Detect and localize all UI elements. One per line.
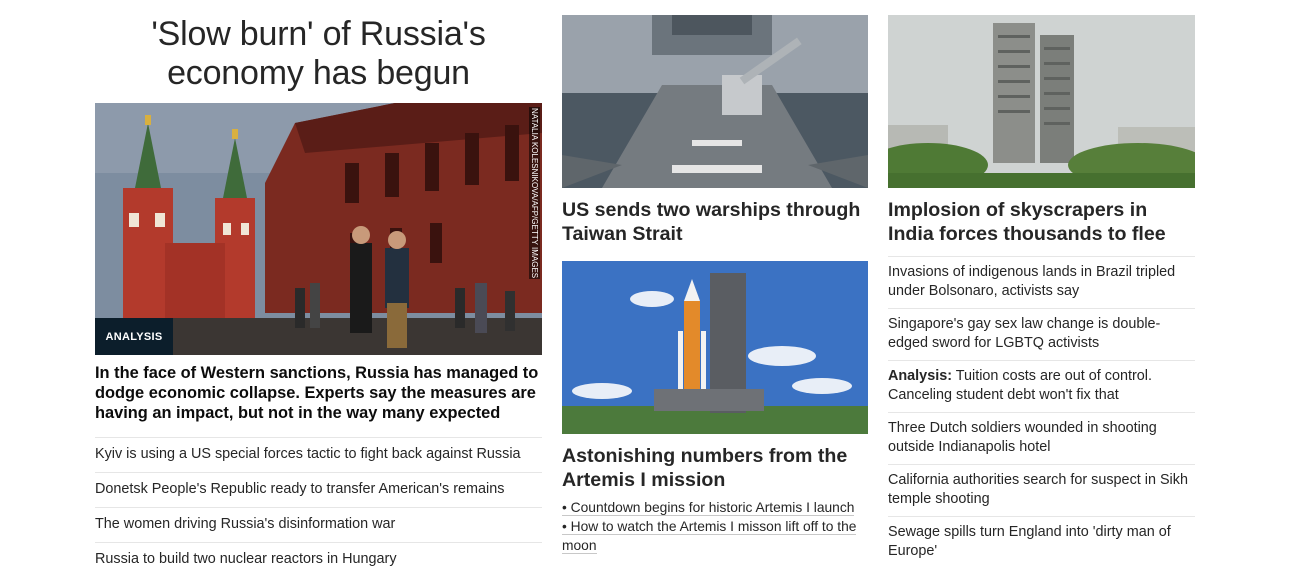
main-related-list: Kyiv is using a US special forces tactic… <box>95 437 542 577</box>
list-item: Analysis: Tuition costs are out of contr… <box>888 360 1195 412</box>
related-link[interactable]: The women driving Russia's disinformatio… <box>95 516 395 532</box>
analysis-badge: ANALYSIS <box>95 318 173 355</box>
headline-link[interactable]: Three Dutch soldiers wounded in shooting… <box>888 420 1157 455</box>
list-item: Donetsk People's Republic ready to trans… <box>95 472 542 507</box>
bullet-link[interactable]: • How to watch the Artemis I misson lift… <box>562 519 857 554</box>
right-column: Implosion of skyscrapers in India forces… <box>888 0 1195 568</box>
main-headline-link[interactable]: 'Slow burn' of Russia's economy has begu… <box>95 15 542 93</box>
list-item: Invasions of indigenous lands in Brazil … <box>888 256 1195 308</box>
main-story-column: 'Slow burn' of Russia's economy has begu… <box>95 0 542 577</box>
analysis-label: Analysis: <box>888 368 952 384</box>
bullet-link[interactable]: • Countdown begins for historic Artemis … <box>562 500 855 516</box>
headline-link[interactable]: California authorities search for suspec… <box>888 472 1188 507</box>
main-story-image[interactable]: NATALIA KOLESNIKOVA/AFP/GETTY IMAGES ANA… <box>95 103 542 355</box>
rocket-illustration <box>562 261 868 434</box>
headline-link[interactable]: Invasions of indigenous lands in Brazil … <box>888 264 1175 299</box>
story-title-artemis[interactable]: Astonishing numbers from the Artemis I m… <box>562 444 868 492</box>
related-link[interactable]: Donetsk People's Republic ready to trans… <box>95 481 504 497</box>
related-link[interactable]: Russia to build two nuclear reactors in … <box>95 551 397 567</box>
artemis-bullet-list: • Countdown begins for historic Artemis … <box>562 498 868 555</box>
warship-image[interactable] <box>562 15 868 188</box>
list-item: The women driving Russia's disinformatio… <box>95 507 542 542</box>
warship-illustration <box>562 15 868 188</box>
headline-link[interactable]: Analysis: Tuition costs are out of contr… <box>888 368 1152 403</box>
list-item: • Countdown begins for historic Artemis … <box>562 498 868 517</box>
related-link[interactable]: Kyiv is using a US special forces tactic… <box>95 446 521 462</box>
list-item: California authorities search for suspec… <box>888 464 1195 516</box>
skyscraper-illustration <box>888 15 1195 188</box>
middle-column: US sends two warships through Taiwan Str… <box>562 0 868 555</box>
list-item: Kyiv is using a US special forces tactic… <box>95 437 542 472</box>
photo-credit: NATALIA KOLESNIKOVA/AFP/GETTY IMAGES <box>529 107 540 280</box>
list-item: Singapore's gay sex law change is double… <box>888 308 1195 360</box>
story-title-skyscrapers[interactable]: Implosion of skyscrapers in India forces… <box>888 198 1195 246</box>
list-item: Sewage spills turn England into 'dirty m… <box>888 516 1195 568</box>
right-link-list: Invasions of indigenous lands in Brazil … <box>888 256 1195 568</box>
main-story-summary-link[interactable]: In the face of Western sanctions, Russia… <box>95 363 542 423</box>
artemis-image[interactable] <box>562 261 868 434</box>
list-item: Three Dutch soldiers wounded in shooting… <box>888 412 1195 464</box>
list-item: • How to watch the Artemis I misson lift… <box>562 517 868 555</box>
headline-link[interactable]: Singapore's gay sex law change is double… <box>888 316 1160 351</box>
headline-link[interactable]: Sewage spills turn England into 'dirty m… <box>888 524 1171 559</box>
list-item: Russia to build two nuclear reactors in … <box>95 542 542 577</box>
story-title-warships[interactable]: US sends two warships through Taiwan Str… <box>562 198 868 246</box>
skyscraper-image[interactable] <box>888 15 1195 188</box>
